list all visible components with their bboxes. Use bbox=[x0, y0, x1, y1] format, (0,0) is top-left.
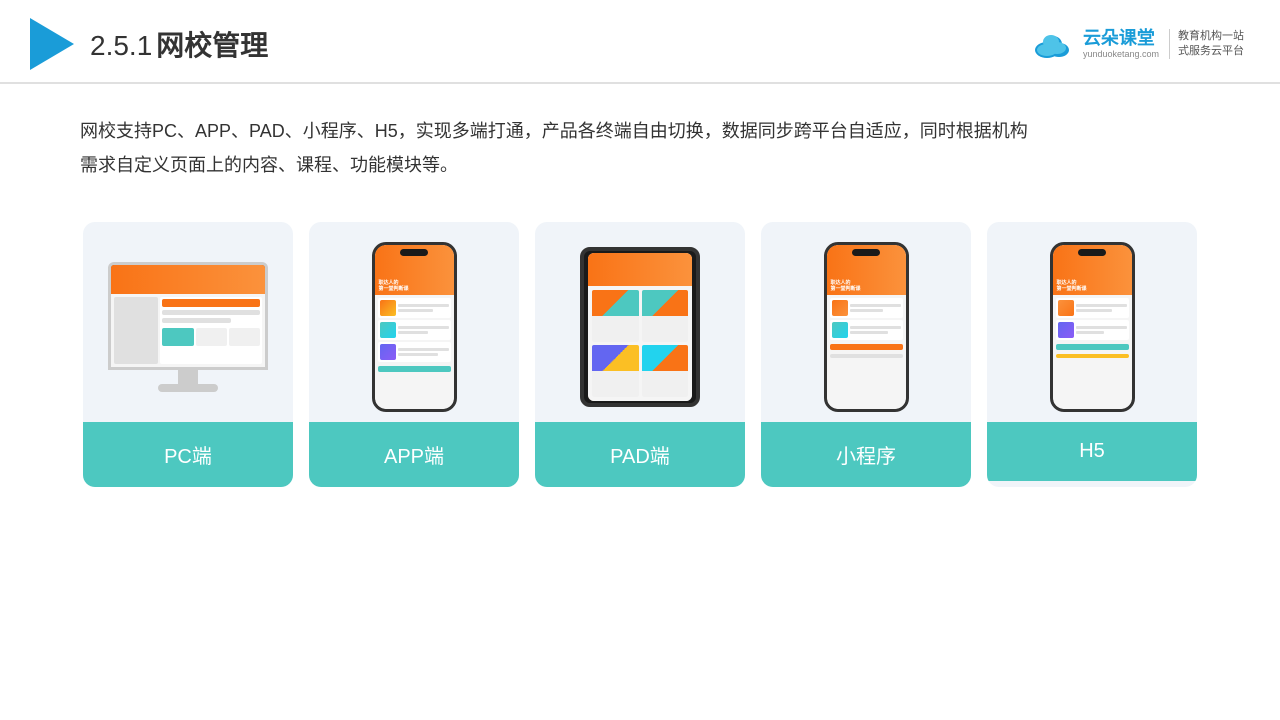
pc-image-area bbox=[83, 222, 293, 422]
device-card-app: 职达人的第一堂判断课 bbox=[309, 222, 519, 487]
phone-notch-2 bbox=[852, 249, 880, 256]
cloud-icon bbox=[1029, 28, 1077, 60]
header-right: 云朵课堂 yunduoketang.com 教育机构一站式服务云平台 bbox=[1029, 28, 1244, 60]
brand-url: yunduoketang.com bbox=[1083, 49, 1159, 60]
pc-monitor bbox=[108, 262, 268, 392]
pad-tablet-screen bbox=[588, 253, 692, 401]
device-card-h5: 职达人的第一堂判断课 bbox=[987, 222, 1197, 487]
brand-slogan: 教育机构一站式服务云平台 bbox=[1169, 29, 1244, 60]
page-header: 2.5.1网校管理 云朵课堂 yunduoketang.com 教育机构一站式服… bbox=[0, 0, 1280, 84]
logo-triangle bbox=[30, 18, 74, 70]
pad-label: PAD端 bbox=[535, 422, 745, 487]
brand-name: 云朵课堂 bbox=[1083, 28, 1155, 50]
miniprogram-phone: 职达人的第一堂判断课 bbox=[824, 242, 909, 412]
miniprogram-phone-screen: 职达人的第一堂判断课 bbox=[827, 245, 906, 409]
device-card-pc: PC端 bbox=[83, 222, 293, 487]
monitor-screen bbox=[108, 262, 268, 370]
phone-notch bbox=[400, 249, 428, 256]
monitor-base bbox=[158, 384, 218, 392]
h5-phone: 职达人的第一堂判断课 bbox=[1050, 242, 1135, 412]
description-text: 网校支持PC、APP、PAD、小程序、H5，实现多端打通，产品各终端自由切换，数… bbox=[0, 84, 1280, 192]
page-title-text: 网校管理 bbox=[156, 30, 268, 61]
miniprogram-image-area: 职达人的第一堂判断课 bbox=[761, 222, 971, 422]
monitor-stand bbox=[178, 370, 198, 384]
app-phone-screen: 职达人的第一堂判断课 bbox=[375, 245, 454, 409]
device-cards-container: PC端 职达人的第一堂判断课 bbox=[0, 192, 1280, 517]
app-image-area: 职达人的第一堂判断课 bbox=[309, 222, 519, 422]
app-label: APP端 bbox=[309, 422, 519, 487]
brand-text: 云朵课堂 yunduoketang.com bbox=[1083, 28, 1159, 60]
brand-logo: 云朵课堂 yunduoketang.com 教育机构一站式服务云平台 bbox=[1029, 28, 1244, 60]
miniprogram-label: 小程序 bbox=[761, 422, 971, 487]
h5-image-area: 职达人的第一堂判断课 bbox=[987, 222, 1197, 422]
tablet-home-button bbox=[633, 403, 647, 407]
page-title: 2.5.1网校管理 bbox=[90, 24, 268, 64]
app-phone: 职达人的第一堂判断课 bbox=[372, 242, 457, 412]
pc-label: PC端 bbox=[83, 422, 293, 487]
device-card-miniprogram: 职达人的第一堂判断课 bbox=[761, 222, 971, 487]
phone-notch-3 bbox=[1078, 249, 1106, 256]
device-card-pad: PAD端 bbox=[535, 222, 745, 487]
pad-tablet bbox=[580, 247, 700, 407]
h5-phone-screen: 职达人的第一堂判断课 bbox=[1053, 245, 1132, 409]
header-left: 2.5.1网校管理 bbox=[30, 18, 268, 70]
page-title-number: 2.5.1 bbox=[90, 30, 152, 61]
pad-image-area bbox=[535, 222, 745, 422]
h5-label: H5 bbox=[987, 422, 1197, 481]
